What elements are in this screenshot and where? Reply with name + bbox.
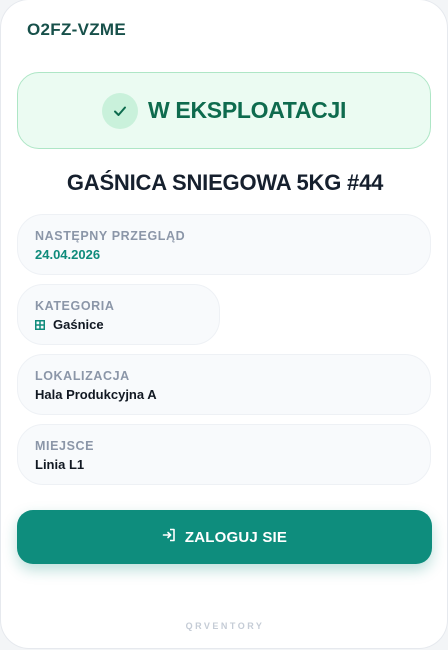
location-value: Hala Produkcyjna A bbox=[35, 387, 157, 402]
category-value-row: Gaśnice bbox=[35, 317, 104, 332]
asset-card: O2FZ-VZME W EKSPLOATACJI GAŚNICA SNIEGOW… bbox=[1, 0, 447, 648]
login-button[interactable]: ZALOGUJ SIE bbox=[17, 510, 432, 564]
location-field: LOKALIZACJA Hala Produkcyjna A bbox=[17, 354, 431, 415]
grid-icon bbox=[35, 318, 45, 330]
asset-title: GAŚNICA SNIEGOWA 5KG #44 bbox=[66, 170, 384, 195]
brand-footer: QRVENTORY bbox=[185, 621, 265, 631]
check-icon bbox=[101, 92, 138, 129]
category-value: Gaśnice bbox=[53, 317, 104, 332]
asset-code: O2FZ-VZME bbox=[27, 20, 127, 39]
status-banner: W EKSPLOATACJI bbox=[17, 72, 431, 149]
login-button-label: ZALOGUJ SIE bbox=[184, 528, 288, 546]
next-inspection-field: NASTĘPNY PRZEGLĄD 24.04.2026 bbox=[17, 214, 431, 275]
category-label: KATEGORIA bbox=[35, 299, 115, 313]
location-label: LOKALIZACJA bbox=[35, 369, 130, 383]
category-field: KATEGORIA Gaśnice bbox=[17, 284, 220, 345]
place-label: MIEJSCE bbox=[35, 439, 95, 453]
login-icon bbox=[162, 528, 176, 547]
status-label: W EKSPLOATACJI bbox=[147, 97, 347, 123]
place-value: Linia L1 bbox=[35, 457, 85, 472]
place-field: MIEJSCE Linia L1 bbox=[17, 424, 431, 485]
next-inspection-value: 24.04.2026 bbox=[35, 247, 101, 262]
next-inspection-label: NASTĘPNY PRZEGLĄD bbox=[35, 229, 186, 243]
